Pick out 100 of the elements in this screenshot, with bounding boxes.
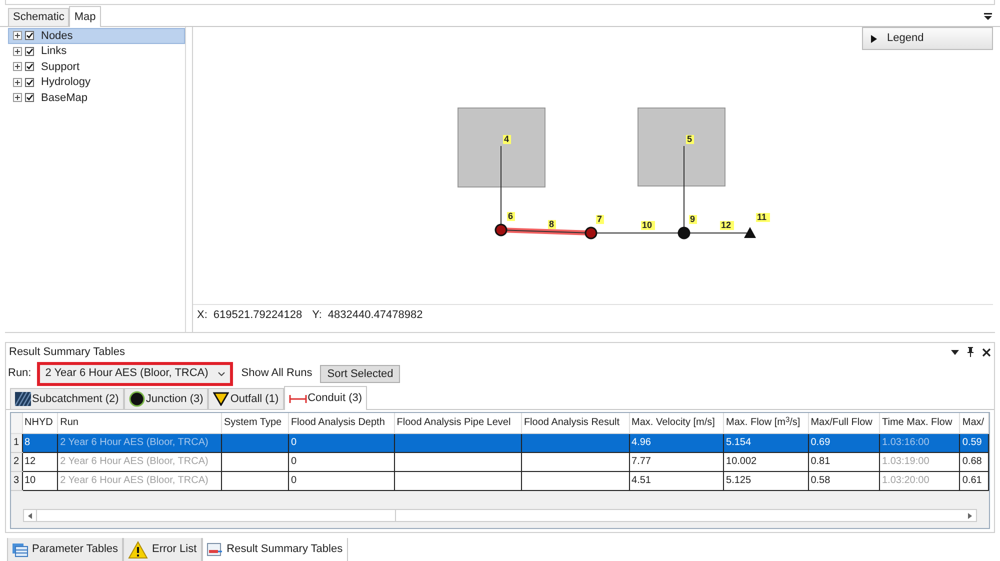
column-header[interactable]: Flood Analysis Pipe Level (394, 413, 522, 433)
warning-icon (128, 540, 148, 558)
expand-icon[interactable] (13, 46, 22, 56)
table-cell: 12 (22, 452, 58, 471)
checkbox[interactable] (25, 78, 34, 87)
scroll-left-icon[interactable] (28, 512, 32, 518)
row-number: 2 (11, 452, 22, 471)
table-cell: 1.03:16:00 (879, 433, 960, 452)
table-cell (221, 471, 288, 490)
result-tab[interactable]: Junction (3) (124, 388, 208, 409)
bottom-tab[interactable]: Parameter Tables (7, 538, 124, 561)
table-cell: 5.125 (724, 471, 808, 490)
table-cell: 0 (288, 471, 394, 490)
column-header[interactable]: System Type (221, 413, 288, 433)
checkbox[interactable] (25, 46, 34, 56)
sort-selected-button[interactable]: Sort Selected (320, 364, 400, 382)
table-cell: 7.77 (629, 452, 724, 471)
horizontal-scrollbar[interactable] (23, 509, 977, 522)
table-cell: 8 (22, 433, 58, 452)
expand-icon[interactable] (13, 62, 22, 72)
circle-icon (128, 391, 145, 407)
expand-icon[interactable] (13, 78, 22, 87)
column-header[interactable]: Max/ (960, 413, 988, 433)
table-cell: 1.03:19:00 (879, 452, 960, 471)
table-cell: 0 (288, 452, 394, 471)
checkbox[interactable] (25, 31, 34, 40)
column-header[interactable]: Flood Analysis Depth (288, 413, 394, 433)
column-header[interactable]: Max/Full Flow (808, 413, 880, 433)
column-header[interactable]: Max. Flow [m$^{3}$/s] (724, 413, 808, 433)
table-cell: 2 Year 6 Hour AES (Bloor, TRCA) (58, 452, 222, 471)
outfall-node: 11 (744, 212, 770, 238)
panel-title: Result Summary Tables (9, 344, 125, 360)
table-row[interactable]: 3 10 2 Year 6 Hour AES (Bloor, TRCA) 0 4.51 5.125 0.58 1.03:20:00 0.61 (11, 471, 988, 490)
bottom-tab[interactable]: Result Summary Tables (202, 538, 348, 561)
result-tab[interactable]: Subcatchment (2) (10, 388, 124, 409)
tables-icon (12, 542, 28, 556)
table-row[interactable]: 2 12 2 Year 6 Hour AES (Bloor, TRCA) 0 7.77 10.002 0.81 1.03:19:00 0.68 (11, 452, 988, 471)
result-tab[interactable]: Conduit (3) (284, 386, 368, 410)
legend-button[interactable]: Legend (862, 27, 993, 50)
column-header[interactable]: Time Max. Flow (879, 413, 960, 433)
pipe-icon (288, 394, 307, 404)
row-number: 3 (11, 471, 22, 490)
view-tab[interactable]: Map (69, 6, 101, 27)
layer-item[interactable]: Nodes (8, 28, 185, 44)
table-cell: 1.03:20:00 (879, 471, 960, 490)
run-label: Run: (8, 366, 32, 382)
layer-item[interactable]: Support (8, 59, 185, 74)
table-cell: 0.59 (960, 433, 988, 452)
expand-arrow-icon (871, 34, 877, 42)
y-coordinate-label: Y: (312, 308, 322, 323)
table-cell: 0.69 (808, 433, 880, 452)
junction-node: 6 (494, 211, 515, 236)
caret-icon (218, 372, 226, 376)
column-header[interactable]: Max. Velocity [m/s] (629, 413, 724, 433)
y-coordinate: 4832440.47478982 (328, 308, 423, 323)
hatched-square-icon (15, 392, 31, 406)
table-cell (221, 452, 288, 471)
conduit-link: 8 (500, 219, 592, 236)
close-icon[interactable] (982, 348, 991, 356)
column-header[interactable]: NHYD (22, 413, 58, 433)
pin-icon[interactable] (967, 347, 974, 357)
row-number: 1 (11, 433, 22, 452)
table-icon (206, 542, 223, 556)
table-cell: 10 (22, 471, 58, 490)
junction-node: 7 (584, 214, 604, 240)
checkbox[interactable] (25, 62, 34, 72)
x-coordinate-label: X: (197, 308, 208, 323)
junction-node: 9 (678, 214, 697, 240)
column-header[interactable]: Run (58, 413, 222, 433)
run-dropdown[interactable]: 2 Year 6 Hour AES (Bloor, TRCA) (37, 362, 234, 386)
table-cell: 0.81 (808, 452, 880, 471)
expand-icon[interactable] (13, 31, 22, 40)
table-cell: 4.96 (629, 433, 724, 452)
table-cell: 4.51 (629, 471, 724, 490)
table-cell (221, 433, 288, 452)
scroll-right-icon[interactable] (968, 512, 972, 518)
show-all-runs-button[interactable]: Show All Runs (239, 365, 314, 382)
table-cell: 2 Year 6 Hour AES (Bloor, TRCA) (58, 471, 222, 490)
table-cell: 0 (288, 433, 394, 452)
table-cell: 0.68 (960, 452, 988, 471)
view-tab[interactable]: Schematic (8, 8, 70, 26)
table-cell: 0.61 (960, 471, 988, 490)
x-coordinate: 619521.79224128 (213, 308, 302, 323)
table-cell: 5.154 (724, 433, 808, 452)
expand-icon[interactable] (13, 93, 22, 102)
table-cell: 10.002 (724, 452, 808, 471)
result-tab[interactable]: Outfall (1) (208, 388, 284, 409)
layer-item[interactable]: Links (8, 44, 185, 59)
layer-item[interactable]: BaseMap (8, 90, 185, 106)
map-canvas[interactable]: 4 5 8 10 12 6 7 9 11 Legend (193, 27, 993, 305)
triangle-icon (213, 392, 230, 406)
table-row[interactable]: 1 8 2 Year 6 Hour AES (Bloor, TRCA) 0 4.96 5.154 0.69 1.03:16:00 0.59 (11, 433, 988, 452)
column-header[interactable]: Flood Analysis Result (521, 413, 630, 433)
checkbox[interactable] (25, 93, 34, 102)
table-cell: 0.58 (808, 471, 880, 490)
dropdown-icon[interactable] (951, 350, 959, 354)
layer-item[interactable]: Hydrology (8, 74, 185, 90)
dropdown-icon[interactable] (984, 13, 992, 20)
bottom-tab[interactable]: Error List (123, 538, 202, 561)
table-cell: 2 Year 6 Hour AES (Bloor, TRCA) (58, 433, 222, 452)
